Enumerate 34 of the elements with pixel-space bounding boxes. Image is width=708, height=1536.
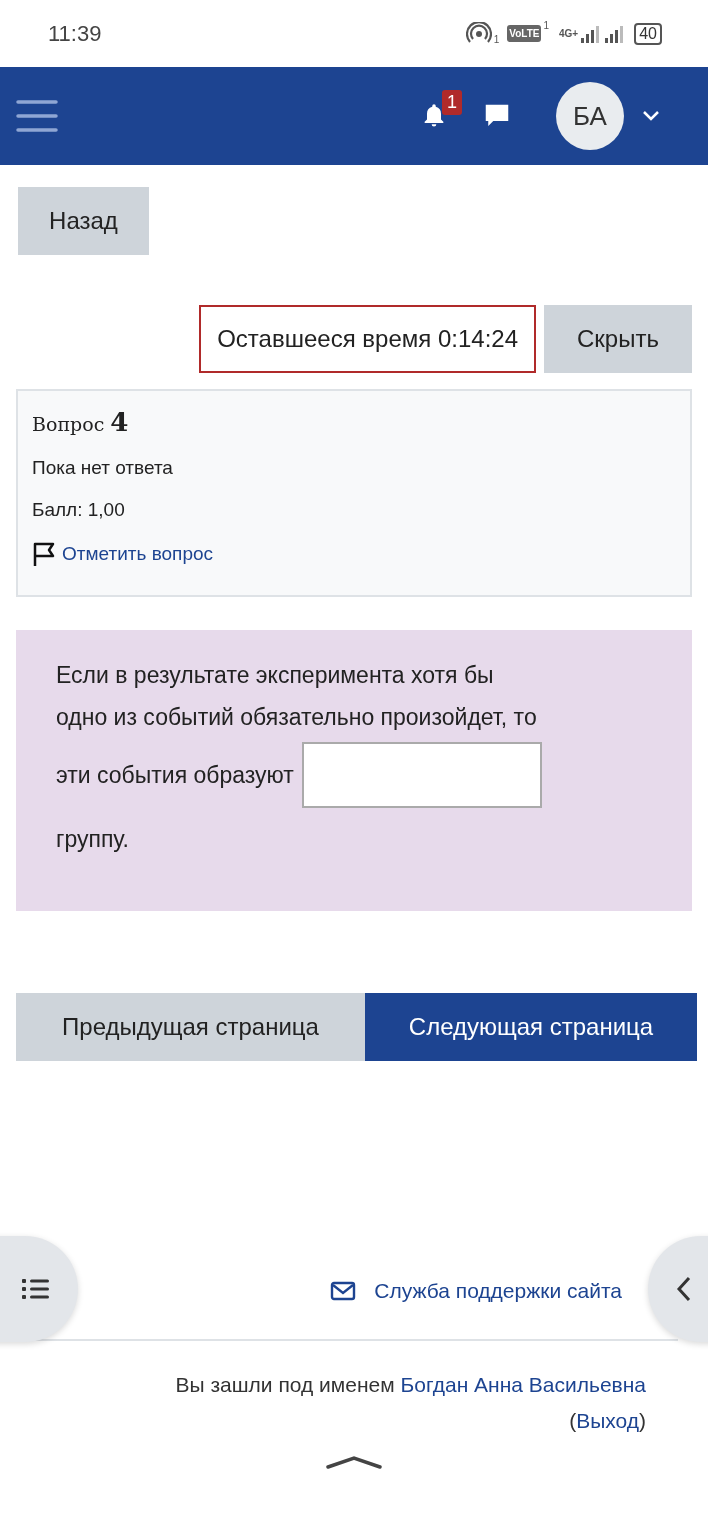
hide-button[interactable]: Скрыть: [544, 305, 692, 373]
user-profile-link[interactable]: Богдан Анна Васильевна: [400, 1373, 646, 1396]
flag-question-link[interactable]: Отметить вопрос: [62, 543, 214, 565]
user-avatar[interactable]: БА: [556, 82, 624, 150]
question-grade: Балл: 1,00: [32, 499, 126, 521]
parenthesis-text: (: [569, 1409, 577, 1432]
question-text: группу.: [56, 826, 129, 852]
sim-number: 1: [543, 20, 549, 31]
login-info-text: Вы зашли под именем: [175, 1373, 395, 1396]
question-text: эти события образуют: [56, 761, 294, 790]
next-page-button[interactable]: Следующая страница: [365, 993, 697, 1061]
question-text: одно из событий обязательно произойдет, то: [56, 704, 537, 730]
question-status: Пока нет ответа: [32, 457, 174, 479]
network-type: 4G+: [559, 28, 579, 39]
logout-link[interactable]: Выход: [576, 1409, 639, 1432]
battery-indicator: 40: [634, 22, 662, 45]
list-icon: [22, 1277, 50, 1301]
chevron-up-icon[interactable]: [326, 1455, 382, 1469]
question-number: Вопрос 4: [32, 407, 130, 437]
chevron-left-icon: [676, 1276, 692, 1302]
previous-page-button[interactable]: Предыдущая страница: [16, 993, 365, 1061]
support-link[interactable]: Служба поддержки сайта: [374, 1279, 622, 1303]
back-button[interactable]: Назад: [18, 187, 149, 255]
answer-field[interactable]: [301, 742, 542, 808]
envelope-icon[interactable]: [330, 1281, 357, 1301]
menu-icon[interactable]: [16, 99, 58, 133]
timer-display: Оставшееся время 0:14:24: [199, 305, 536, 373]
chevron-down-icon[interactable]: [642, 110, 660, 122]
sim-number: 1: [493, 34, 500, 45]
notification-badge: 1: [442, 90, 462, 115]
question-text: Если в результате эксперимента хотя бы: [56, 662, 494, 688]
parenthesis-text: ): [639, 1409, 646, 1432]
status-time: 11:39: [48, 20, 102, 47]
volte-badge: VoLTE: [507, 25, 542, 42]
